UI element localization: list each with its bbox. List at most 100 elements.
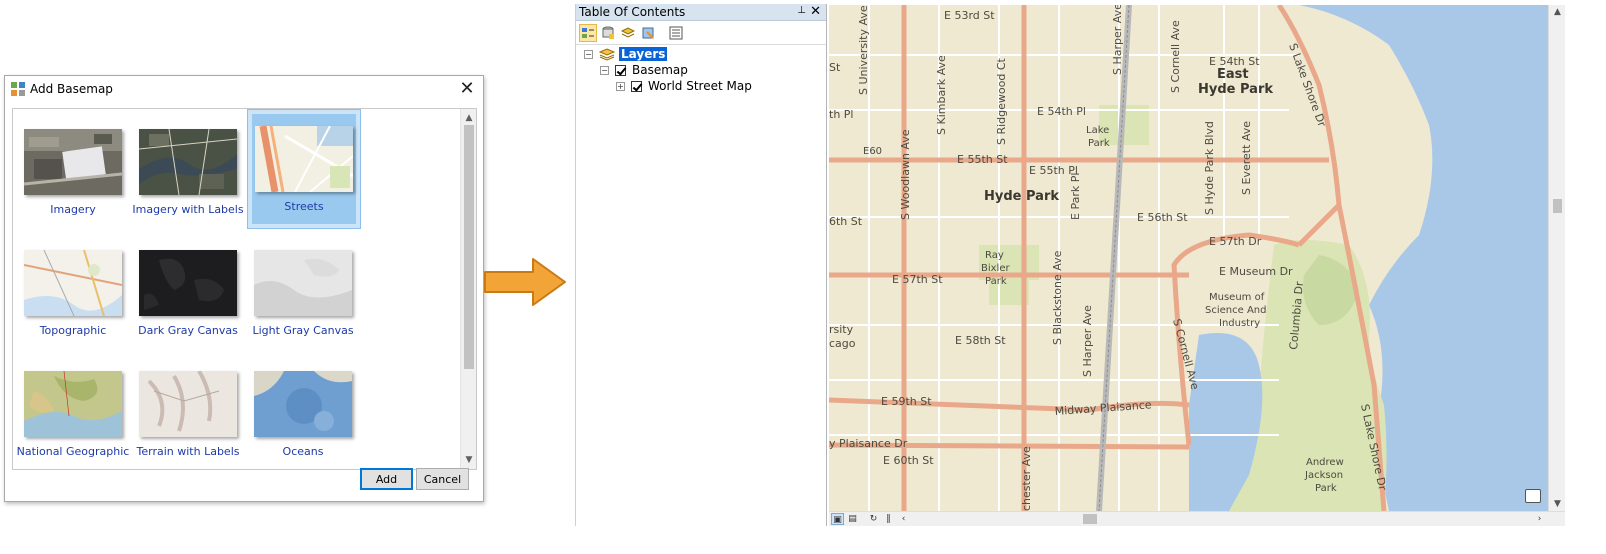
dialog-title-bar: Add Basemap <box>5 76 483 102</box>
map-label-ray-3: Park <box>985 276 1007 287</box>
map-label-e57th-dr: E 57th Dr <box>1209 235 1262 248</box>
add-basemap-dialog: Add Basemap ✕ Imagery Imagery with Label… <box>4 75 484 502</box>
horizontal-scrollbar-thumb[interactable] <box>1083 514 1097 524</box>
basemap-tile-topographic[interactable]: Topographic <box>17 234 131 354</box>
refresh-icon[interactable]: ↻ <box>867 513 880 525</box>
tile-label: Light Gray Canvas <box>252 324 354 337</box>
layers-label[interactable]: Layers <box>619 47 668 61</box>
tile-label: Oceans <box>282 445 324 458</box>
orange-arrow-icon <box>484 258 566 306</box>
imagery-thumbnail <box>24 129 122 195</box>
natgeo-thumbnail <box>24 371 122 437</box>
tree-item-basemap[interactable]: − Basemap <box>600 62 688 78</box>
map-label-lake-park-2: Park <box>1088 138 1110 149</box>
basemap-checkbox[interactable] <box>615 64 626 76</box>
scroll-up-icon[interactable]: ▲ <box>1549 7 1566 17</box>
expand-icon[interactable]: + <box>616 81 625 91</box>
scroll-right-icon[interactable]: › <box>1533 513 1546 525</box>
scrollbar-thumb[interactable] <box>1553 199 1562 213</box>
layers-icon <box>599 48 615 61</box>
map-label-msi-1: Museum of <box>1209 292 1265 303</box>
map-label-ray-1: Ray <box>985 250 1004 261</box>
scroll-down-icon[interactable]: ▼ <box>1549 499 1566 509</box>
map-label-kimbark: S Kimbark Ave <box>935 55 948 135</box>
map-label-6th-st: 6th St <box>829 215 863 228</box>
basemap-tile-oceans[interactable]: Oceans <box>247 355 361 469</box>
map-label-hyde-park-blvd: S Hyde Park Blvd <box>1203 121 1216 215</box>
map-label-univ: S University Ave <box>857 5 870 95</box>
legend-icon[interactable] <box>1525 489 1541 503</box>
map-label-museum-dr: E Museum Dr <box>1219 265 1293 278</box>
world-street-map-checkbox[interactable] <box>631 80 642 92</box>
close-icon[interactable]: ✕ <box>810 4 821 19</box>
tile-label: Imagery with Labels <box>132 203 244 216</box>
basemap-tile-imagery-with-labels[interactable]: Imagery with Labels <box>132 113 246 233</box>
gallery-scrollbar[interactable]: ▲ ▼ <box>460 109 476 469</box>
scroll-left-icon[interactable]: ‹ <box>897 513 910 525</box>
table-of-contents-panel: Table Of Contents ⊥ ✕ − Layers − Basemap… <box>575 4 827 526</box>
map-label-st: St <box>829 61 841 74</box>
tile-label: National Geographic <box>16 445 130 458</box>
map-label-msi-3: Industry <box>1219 318 1260 329</box>
add-button[interactable]: Add <box>360 468 413 490</box>
list-by-visibility-icon[interactable] <box>619 24 637 42</box>
pin-icon[interactable]: ⊥ <box>797 5 806 16</box>
map-label-lake-park-1: Lake <box>1086 125 1109 136</box>
tile-label: Dark Gray Canvas <box>138 324 238 337</box>
map-label-e57th-st: E 57th St <box>892 273 943 286</box>
map-view[interactable]: E 53rd St St th Pl S University Ave S Ha… <box>829 5 1548 511</box>
list-by-drawing-order-icon[interactable] <box>579 23 597 42</box>
basemap-tile-imagery[interactable]: Imagery <box>17 113 131 233</box>
map-label-e53rd: E 53rd St <box>944 9 995 22</box>
basemap-tile-streets[interactable]: Streets <box>247 109 361 229</box>
streets-thumbnail <box>255 126 353 192</box>
toc-title-bar: Table Of Contents ⊥ ✕ <box>576 4 826 21</box>
map-label-jackson-2: Jackson <box>1304 470 1343 481</box>
street-map[interactable]: E 53rd St St th Pl S University Ave S Ha… <box>829 5 1548 511</box>
map-label-park-pl: E Park Pl <box>1069 173 1082 220</box>
dialog-title: Add Basemap <box>30 82 113 96</box>
options-icon[interactable] <box>667 24 685 42</box>
toc-title: Table Of Contents <box>579 5 686 19</box>
map-label-e56th-st: E 56th St <box>1137 211 1188 224</box>
map-vertical-scrollbar[interactable]: ▲ ▼ <box>1548 5 1565 511</box>
pause-drawing-icon[interactable]: ‖ <box>882 513 895 525</box>
basemap-tile-light-gray-canvas[interactable]: Light Gray Canvas <box>247 234 361 354</box>
cancel-button[interactable]: Cancel <box>416 468 469 490</box>
collapse-icon[interactable]: − <box>584 49 593 59</box>
imagery-labels-thumbnail <box>139 129 237 195</box>
layout-view-icon[interactable]: ▤ <box>846 513 859 525</box>
basemap-gallery: Imagery Imagery with Labels Streets Topo… <box>12 108 477 470</box>
map-bottom-bar: ▣ ▤ ↻ ‖ ‹ › <box>829 511 1565 526</box>
map-label-e60th: E 60th St <box>883 454 934 467</box>
map-label-thpl: th Pl <box>829 108 853 121</box>
list-by-selection-icon[interactable] <box>639 24 657 42</box>
map-label-jackson-1: Andrew <box>1306 457 1344 468</box>
collapse-icon[interactable]: − <box>600 65 609 75</box>
dark-gray-thumbnail <box>139 250 237 316</box>
close-icon[interactable]: ✕ <box>457 79 477 99</box>
scroll-down-icon[interactable]: ▼ <box>461 453 476 467</box>
tree-item-world-street-map[interactable]: + World Street Map <box>616 78 752 94</box>
light-gray-thumbnail <box>254 250 352 316</box>
basemap-label[interactable]: Basemap <box>632 63 688 77</box>
map-label-e55th-st: E 55th St <box>957 153 1008 166</box>
toc-toolbar <box>576 21 826 45</box>
basemap-tile-dark-gray-canvas[interactable]: Dark Gray Canvas <box>132 234 246 354</box>
map-label-rsity: rsity <box>829 323 854 336</box>
map-label-e58th: E 58th St <box>955 334 1006 347</box>
tree-item-layers[interactable]: − Layers <box>584 46 668 62</box>
scroll-up-icon[interactable]: ▲ <box>461 111 476 125</box>
map-label-jackson-3: Park <box>1315 483 1337 494</box>
map-label-chester: chester Ave <box>1020 446 1033 511</box>
map-label-harper-bottom: S Harper Ave <box>1081 305 1094 377</box>
data-view-icon[interactable]: ▣ <box>831 513 844 525</box>
basemap-tile-terrain-with-labels[interactable]: Terrain with Labels <box>132 355 246 469</box>
topographic-thumbnail <box>24 250 122 316</box>
map-label-e59th: E 59th St <box>881 395 932 408</box>
world-street-map-label[interactable]: World Street Map <box>648 79 752 93</box>
list-by-source-icon[interactable] <box>599 24 617 42</box>
map-label-east-1: East <box>1217 67 1249 82</box>
basemap-tile-national-geographic[interactable]: National Geographic <box>17 355 131 469</box>
scrollbar-thumb[interactable] <box>464 125 474 369</box>
